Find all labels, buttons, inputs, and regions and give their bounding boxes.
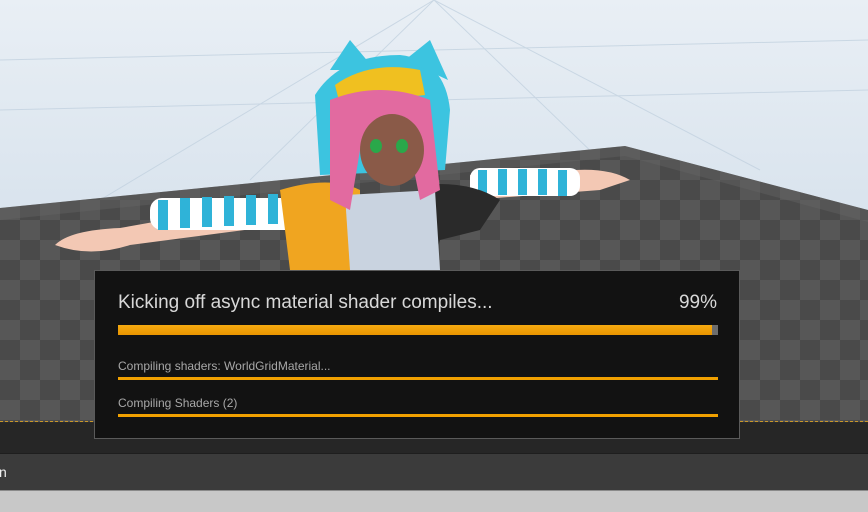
shader-compile-progress-dialog: Kicking off async material shader compil…	[94, 270, 740, 439]
main-task-label: Kicking off async material shader compil…	[118, 292, 493, 313]
subtask-progress-bar	[118, 377, 718, 380]
main-progress-fill	[118, 325, 712, 335]
main-progress-bar	[118, 325, 718, 335]
subtask-label: Compiling Shaders (2)	[118, 396, 238, 410]
main-progress-percent: 99%	[678, 292, 717, 313]
status-bar-label: n	[0, 464, 7, 480]
status-bar: n	[0, 453, 868, 490]
bottom-strip	[0, 490, 868, 512]
subtask-progress-fill	[118, 414, 718, 417]
subtask-progress-bar	[118, 414, 718, 417]
subtask-progress-fill	[118, 377, 718, 380]
subtask-label: Compiling shaders: WorldGridMaterial...	[118, 359, 331, 373]
